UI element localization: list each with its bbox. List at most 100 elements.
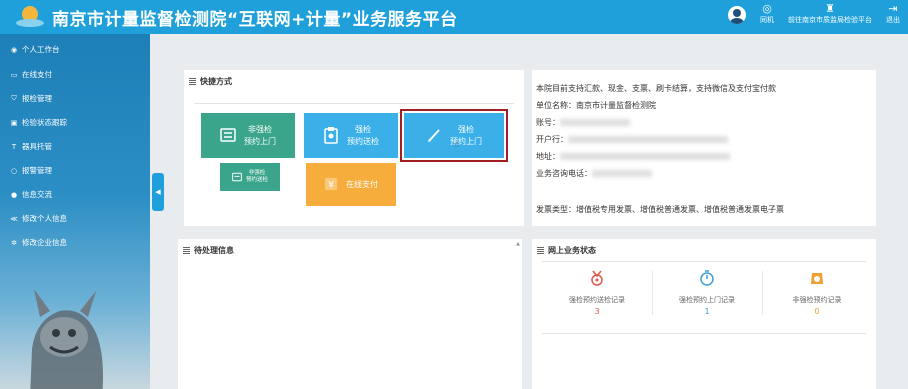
tile-line1: 非强检 [248,170,266,176]
pending-title-text: 待处理信息 [194,246,234,255]
online-status-title-text: 网上业务状态 [548,246,596,255]
header-actions: ◎ 同机 ♜ 前往南京市质监局检验平台 ⇥ 退出 [728,2,900,25]
address-row: 地址： [536,151,730,162]
bell-icon: ○ [10,166,18,175]
sidebar-toggle-button[interactable]: ◀ [152,173,164,211]
stat-value: 1 [704,307,710,316]
stat-mandatory-onsite[interactable]: 强检预约上门记录 1 [652,269,762,316]
bank-label: 开户行： [536,135,568,144]
medal-icon [588,269,606,291]
tile-line1: 在线支付 [346,179,378,189]
sidebar-item-label: 检验状态跟踪 [22,118,67,127]
card-icon: ▭ [10,70,18,79]
svg-text:¥: ¥ [328,181,334,191]
tile-online-payment[interactable]: ¥ 在线支付 [306,163,396,206]
sidebar-item-alarm[interactable]: ○ 报警管理 [10,165,52,176]
unit-name-row: 单位名称：南京市计量监督检测院 [536,100,656,111]
redacted-address [560,153,730,160]
account-row: 账号： [536,117,630,128]
address-label: 地址： [536,152,560,161]
statue-illustration [30,289,103,389]
tile-line2: 预约送检 [245,177,268,183]
goto-platform-button[interactable]: ♜ 前往南京市质监局检验平台 [788,2,872,25]
sidebar-item-label: 报警管理 [22,166,52,175]
redacted-bank [568,136,728,143]
account-label: 账号： [536,118,560,127]
tool-icon: T [11,142,17,151]
tile-non-mandatory-delivery[interactable]: 非强检 预约送检 [220,163,280,191]
app-title: 南京市计量监督检测院“互联网+计量”业务服务平台 [52,9,458,30]
shortcuts-title-text: 快捷方式 [200,77,232,86]
gear-icon: ✲ [11,238,17,247]
shortcuts-panel: 快捷方式 非强检 预约上门 强检 预约送检 强检 预约上门 ☝ 非强检 预约送检 ¥ 在… [184,70,524,226]
sidebar-item-inspection[interactable]: ⛉ 报检管理 [10,93,52,104]
chat-icon: ● [10,190,18,199]
sidebar-item-custody[interactable]: T 器具托管 [10,141,52,152]
sidebar-item-tracking[interactable]: ▣ 检验状态跟踪 [10,117,67,128]
sidebar-item-label: 器具托管 [22,142,52,151]
unit-name-value: 南京市计量监督检测院 [576,101,656,110]
sidebar-item-label: 信息交流 [22,190,52,199]
sidebar-item-workbench[interactable]: ◉ 个人工作台 [10,44,60,55]
sidebar: ◉ 个人工作台 ▭ 在线支付 ⛉ 报检管理 ▣ 检验状态跟踪 T 器具托管 ○ 报警管理 ●… [0,34,150,389]
stat-label: 强检预约上门记录 [679,296,735,304]
tile-mandatory-delivery[interactable]: 强检 预约送检 [304,113,398,158]
logo-icon [16,2,44,28]
shield-icon: ⛉ [11,94,17,102]
stat-non-mandatory[interactable]: 非强检预约记录 0 [762,269,872,316]
payment-info-panel: 本院目前支持汇款、现金、支票、刷卡结算，支持微信及支付宝付款 单位名称：南京市计… [532,70,876,226]
tile-line2: 预约送检 [347,136,379,146]
stopwatch-icon [698,269,716,291]
message-button[interactable]: ◎ 同机 [760,2,774,25]
stat-value: 0 [814,307,820,316]
sidebar-item-edit-profile[interactable]: ≪ 修改个人信息 [10,213,67,224]
stat-label: 强检预约送检记录 [569,296,625,304]
goto-platform-label: 前往南京市质监局检验平台 [788,16,872,24]
cursor-hand-icon: ☝ [454,140,460,150]
online-status-panel: 网上业务状态 强检预约送检记录 3 强检预约上门记录 1 非强检预约记录 0 [532,239,876,389]
car-icon: ▣ [10,118,18,127]
pending-title: 待处理信息 [183,245,234,256]
user-edit-icon: ≪ [10,214,18,223]
divider [542,333,866,334]
chevron-left-icon: ◀ [155,188,161,196]
scale-icon [808,269,826,291]
payment-intro: 本院目前支持汇款、现金、支票、刷卡结算，支持微信及支付宝付款 [536,84,776,93]
stat-label: 非强检预约记录 [792,296,842,304]
clipboard-icon [323,126,339,145]
sidebar-item-label: 修改个人信息 [22,214,67,223]
tile-line1: 非强检 [248,124,272,134]
avatar[interactable] [728,6,746,24]
shortcuts-title: 快捷方式 [189,76,232,87]
logout-icon: ⇥ [888,2,898,15]
redacted-account [560,119,630,126]
list-icon [189,78,196,85]
highlight-box [400,109,508,162]
sidebar-item-messages[interactable]: ● 信息交流 [10,189,52,200]
sidebar-item-payment[interactable]: ▭ 在线支付 [10,69,52,80]
message-label: 同机 [760,16,774,24]
logout-button[interactable]: ⇥ 退出 [886,2,900,25]
sidebar-item-edit-company[interactable]: ✲ 修改企业信息 [10,237,67,248]
dashboard-icon: ◉ [10,45,18,54]
invoice-types: 发票类型：增值税专用发票、增值税普通发票、增值税普通发票电子票 [536,205,784,214]
tile-line2: 预约上门 [244,136,276,146]
sidebar-item-label: 报检管理 [22,94,52,103]
tile-non-mandatory-onsite[interactable]: 非强检 预约上门 [201,113,295,158]
tile-line1: 强检 [355,124,371,134]
stat-mandatory-delivery[interactable]: 强检预约送检记录 3 [542,269,652,316]
logout-label: 退出 [886,16,900,24]
graduation-cap-icon: ♜ [825,2,835,15]
list-icon [537,247,544,254]
top-header: 南京市计量监督检测院“互联网+计量”业务服务平台 ◎ 同机 ♜ 前往南京市质监局… [0,0,908,34]
stat-value: 3 [594,307,600,316]
phone-label: 业务咨询电话： [536,169,592,178]
divider [542,261,866,262]
sidebar-item-label: 个人工作台 [22,45,60,54]
online-status-title: 网上业务状态 [537,245,596,256]
scroll-up-icon[interactable]: ▲ [516,241,520,247]
unit-name-label: 单位名称： [536,101,576,110]
payment-icon: ¥ [324,177,338,192]
pending-panel: 待处理信息 ▲ [178,239,522,389]
redacted-phone [592,170,652,177]
